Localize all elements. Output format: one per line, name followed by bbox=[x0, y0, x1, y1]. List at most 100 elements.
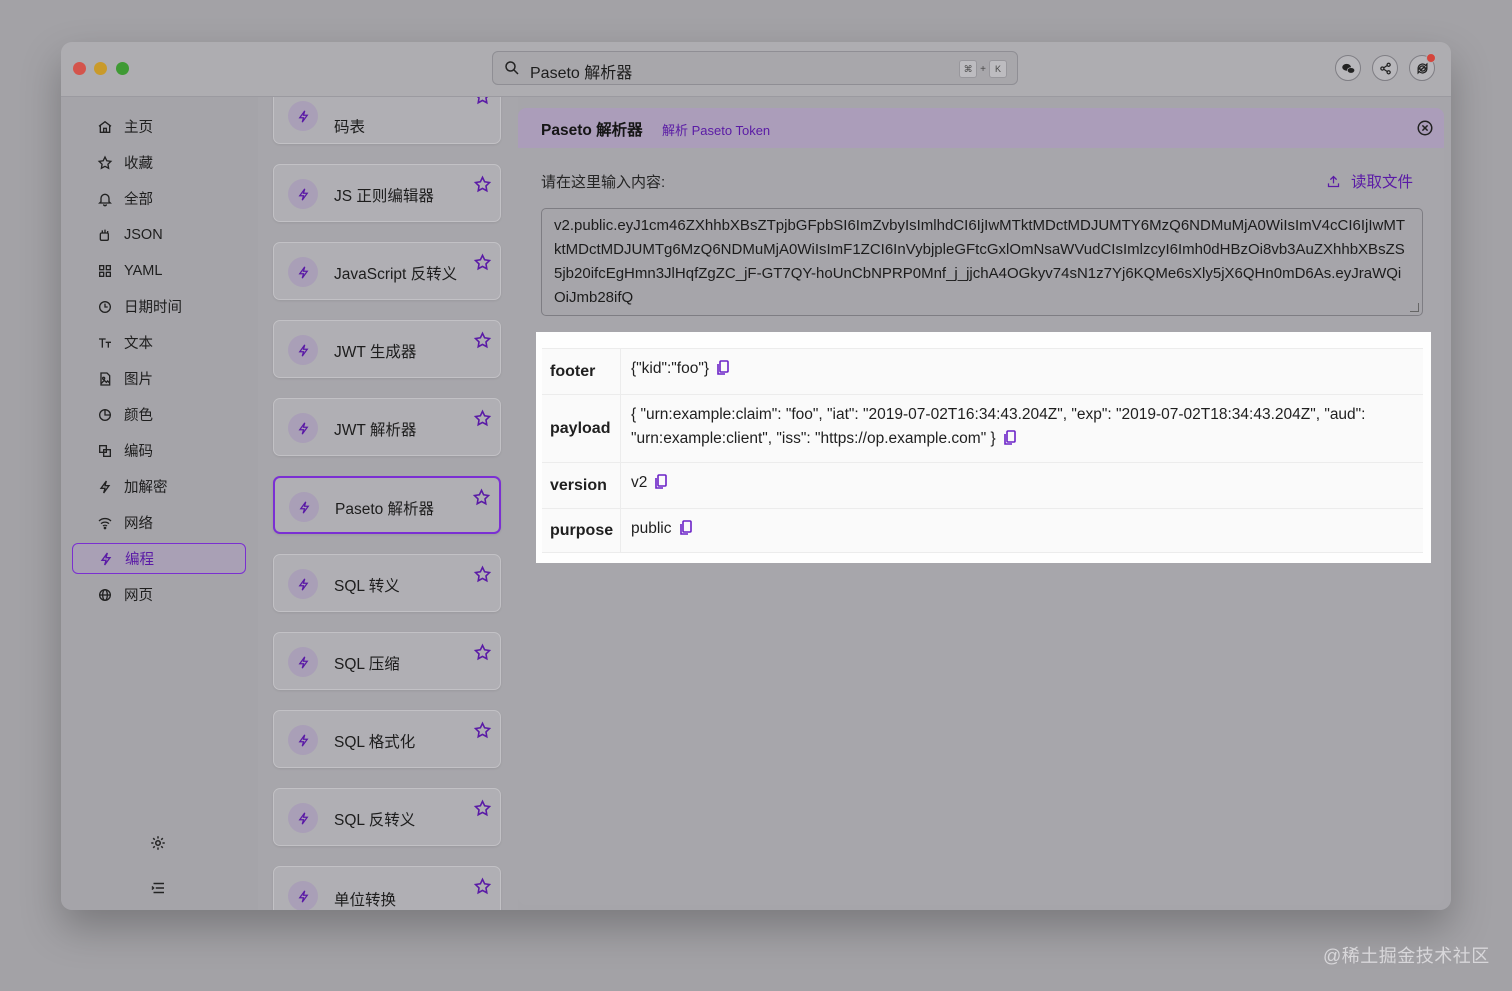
tool-card[interactable]: JS 正则编辑器 bbox=[273, 164, 501, 222]
sidebar-item-programming[interactable]: 编程 bbox=[72, 543, 246, 574]
tool-card[interactable]: SQL 格式化 bbox=[273, 710, 501, 768]
update-icon bbox=[1416, 62, 1428, 74]
tool-card[interactable]: SQL 反转义 bbox=[273, 788, 501, 846]
tool-card[interactable]: JWT 解析器 bbox=[273, 398, 501, 456]
sidebar-item-json[interactable]: JSON bbox=[72, 219, 246, 250]
home-icon bbox=[98, 120, 112, 133]
copy-icon[interactable] bbox=[655, 474, 668, 489]
row-key: version bbox=[542, 463, 621, 508]
tool-icon bbox=[288, 725, 318, 755]
tool-card[interactable]: JavaScript 反转义 bbox=[273, 242, 501, 300]
json-icon bbox=[99, 229, 109, 241]
star-icon[interactable] bbox=[473, 97, 492, 106]
read-file-label: 读取文件 bbox=[1350, 174, 1413, 191]
sidebar-item-label: 全部 bbox=[124, 192, 153, 208]
tool-icon bbox=[288, 179, 318, 209]
star-icon bbox=[97, 154, 113, 169]
bolt-icon bbox=[298, 812, 308, 824]
copy-icon[interactable] bbox=[717, 360, 729, 375]
notification-dot bbox=[1426, 53, 1436, 63]
tool-icon bbox=[288, 569, 318, 599]
search-input[interactable]: Paseto 解析器 ⌘ + K bbox=[492, 51, 1018, 85]
tool-label: SQL 反转义 bbox=[334, 812, 416, 829]
copy-icon[interactable] bbox=[679, 520, 692, 535]
sidebar-item-image[interactable]: 图片 bbox=[72, 363, 246, 394]
tool-label: 单位转换 bbox=[334, 892, 397, 909]
tool-card-js-keycode[interactable]: 码表 bbox=[273, 97, 501, 144]
bolt-icon bbox=[299, 501, 309, 513]
tool-card[interactable]: 单位转换 bbox=[273, 866, 501, 910]
star-icon[interactable] bbox=[473, 565, 492, 584]
minimize-window-button[interactable] bbox=[94, 62, 107, 75]
search-icon bbox=[505, 61, 519, 75]
sidebar-item-home[interactable]: 主页 bbox=[72, 111, 246, 142]
bolt-icon bbox=[298, 656, 308, 668]
sidebar-item-encode[interactable]: 编码 bbox=[72, 435, 246, 466]
star-icon[interactable] bbox=[473, 721, 492, 740]
bolt-icon bbox=[298, 188, 308, 200]
sidebar-item-label: 网络 bbox=[124, 516, 153, 532]
sidebar: 主页 收藏 全部 JSON YAML 日期时间 文本 图片 颜色 编码 加解密 … bbox=[61, 97, 258, 910]
watermark: @稀土掘金技术社区 bbox=[1323, 946, 1490, 966]
result-table: footer {"kid":"foo"} payload { "urn:exam… bbox=[542, 348, 1423, 553]
sidebar-item-label: 主页 bbox=[124, 120, 153, 136]
copy-icon[interactable] bbox=[1003, 430, 1016, 445]
sidebar-item-crypto[interactable]: 加解密 bbox=[72, 471, 246, 502]
sidebar-item-favorites[interactable]: 收藏 bbox=[72, 147, 246, 178]
wechat-button[interactable] bbox=[1335, 55, 1361, 81]
resize-handle[interactable] bbox=[1410, 303, 1419, 312]
bolt-icon bbox=[298, 110, 308, 122]
read-file-button[interactable]: 读取文件 bbox=[1326, 170, 1413, 192]
token-text: v2.public.eyJ1cm46ZXhhbXBsZTpjbGFpbSI6Im… bbox=[554, 217, 1406, 306]
clock-icon bbox=[99, 300, 111, 313]
update-button[interactable] bbox=[1409, 53, 1436, 81]
table-row: version v2 bbox=[542, 463, 1423, 509]
wifi-icon bbox=[98, 517, 112, 529]
tool-label: JWT 解析器 bbox=[334, 422, 417, 439]
token-input[interactable]: v2.public.eyJ1cm46ZXhhbXBsZTpjbGFpbSI6Im… bbox=[541, 208, 1423, 316]
tool-icon bbox=[288, 647, 318, 677]
palette-icon bbox=[99, 408, 111, 421]
star-icon[interactable] bbox=[473, 643, 492, 662]
row-value-text: { "urn:example:claim": "foo", "iat": "20… bbox=[631, 406, 1366, 447]
encode-icon bbox=[99, 444, 111, 457]
tool-label: JS 正则编辑器 bbox=[334, 188, 434, 205]
sidebar-item-color[interactable]: 颜色 bbox=[72, 399, 246, 430]
sidebar-item-web[interactable]: 网页 bbox=[72, 579, 246, 610]
row-value-text: public bbox=[631, 520, 672, 537]
sidebar-item-label: JSON bbox=[124, 226, 163, 243]
share-button[interactable] bbox=[1372, 55, 1398, 81]
globe-icon bbox=[99, 588, 111, 601]
sidebar-item-text[interactable]: 文本 bbox=[72, 327, 246, 358]
star-icon[interactable] bbox=[473, 253, 492, 272]
title-bar: Paseto 解析器 ⌘ + K bbox=[61, 42, 1451, 97]
star-icon[interactable] bbox=[473, 877, 492, 896]
tool-card[interactable]: SQL 压缩 bbox=[273, 632, 501, 690]
settings-icon[interactable] bbox=[149, 834, 167, 852]
sidebar-item-label: 编程 bbox=[125, 552, 154, 568]
row-value: public bbox=[621, 509, 1423, 552]
sidebar-item-yaml[interactable]: YAML bbox=[72, 255, 246, 286]
close-icon[interactable] bbox=[1416, 119, 1434, 137]
star-icon[interactable] bbox=[473, 331, 492, 350]
star-icon[interactable] bbox=[472, 488, 491, 507]
maximize-window-button[interactable] bbox=[116, 62, 129, 75]
tool-label: Paseto 解析器 bbox=[335, 501, 435, 518]
menu-icon[interactable] bbox=[149, 879, 167, 897]
sidebar-item-network[interactable]: 网络 bbox=[72, 507, 246, 538]
tool-label: 码表 bbox=[334, 119, 366, 136]
sidebar-item-datetime[interactable]: 日期时间 bbox=[72, 291, 246, 322]
bolt-icon bbox=[298, 734, 308, 746]
tool-card[interactable]: SQL 转义 bbox=[273, 554, 501, 612]
star-icon[interactable] bbox=[473, 409, 492, 428]
star-icon[interactable] bbox=[473, 175, 492, 194]
close-window-button[interactable] bbox=[73, 62, 86, 75]
sidebar-item-label: 图片 bbox=[124, 372, 153, 388]
tool-card[interactable]: JWT 生成器 bbox=[273, 320, 501, 378]
tool-card-active[interactable]: Paseto 解析器 bbox=[273, 476, 501, 534]
bolt-icon bbox=[298, 344, 308, 356]
star-icon[interactable] bbox=[473, 799, 492, 818]
bolt-icon bbox=[298, 890, 308, 902]
sidebar-item-all[interactable]: 全部 bbox=[72, 183, 246, 214]
table-row: footer {"kid":"foo"} bbox=[542, 349, 1423, 395]
